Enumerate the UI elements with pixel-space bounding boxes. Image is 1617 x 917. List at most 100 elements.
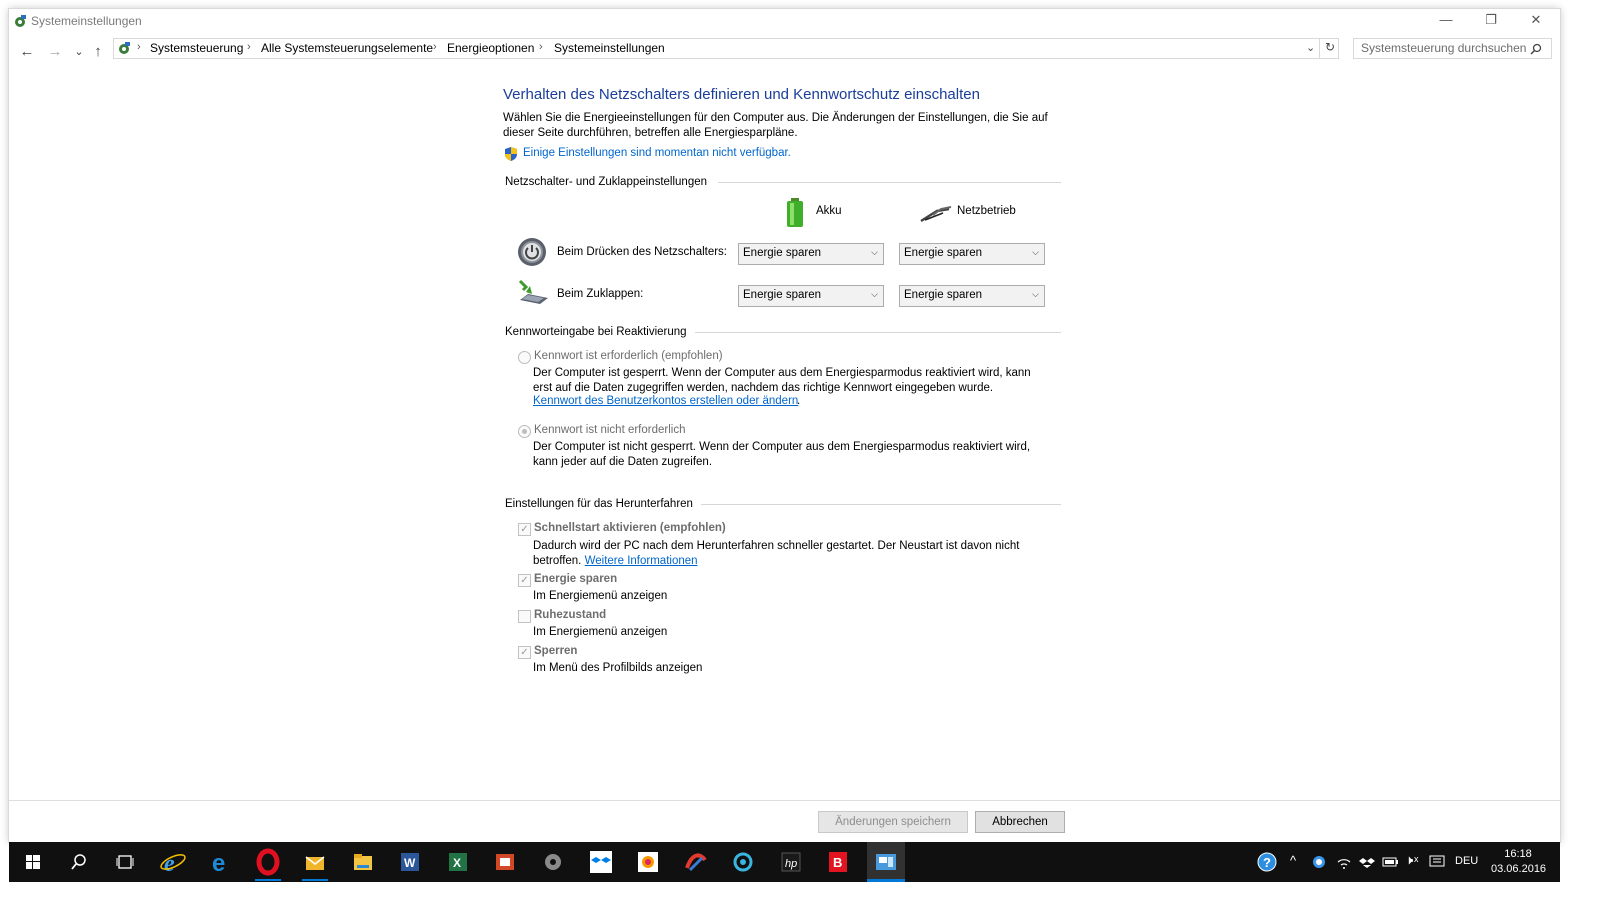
clock-time: 16:18 xyxy=(1504,848,1532,860)
input-language-indicator[interactable]: DEU xyxy=(1455,855,1478,867)
excel-icon[interactable]: X xyxy=(444,848,472,876)
password-not-required-radio[interactable] xyxy=(518,425,531,438)
breadcrumb-systemeinstellungen[interactable]: Systemeinstellungen xyxy=(554,41,665,55)
search-icon[interactable] xyxy=(65,848,93,876)
breadcrumb-energieoptionen[interactable]: Energieoptionen xyxy=(447,41,534,55)
password-required-description: Der Computer ist gesperrt. Wenn der Comp… xyxy=(533,367,1031,394)
power-plug-icon xyxy=(920,206,952,223)
minimize-button[interactable]: — xyxy=(1423,9,1469,37)
search-icon[interactable] xyxy=(1530,43,1542,55)
breadcrumb-separator: › xyxy=(433,41,437,53)
power-button-battery-select[interactable]: Energie sparen ⌵ xyxy=(738,243,884,265)
link-period: . xyxy=(797,395,801,407)
sleep-description: Im Energiemenü anzeigen xyxy=(533,590,668,602)
file-explorer-icon[interactable] xyxy=(349,848,377,876)
back-button[interactable]: ← xyxy=(17,40,37,64)
chevron-up-icon[interactable]: ^ xyxy=(1290,853,1296,868)
select-value: Energie sparen xyxy=(743,289,821,301)
power-button-plugged-select[interactable]: Energie sparen ⌵ xyxy=(899,243,1045,265)
navigation-bar: ← → ⌄ ↑ › Systemsteuerung › Alle Systems… xyxy=(9,37,1560,69)
fast-startup-checkbox[interactable]: ✓ xyxy=(518,523,531,536)
hibernate-checkbox[interactable] xyxy=(518,610,531,623)
power-button-icon xyxy=(518,238,546,266)
edge-browser-icon[interactable]: e xyxy=(207,848,235,876)
dropbox-icon[interactable] xyxy=(587,848,615,876)
select-value: Energie sparen xyxy=(904,289,982,301)
more-info-link[interactable]: Weitere Informationen xyxy=(585,555,698,567)
lid-close-plugged-select[interactable]: Energie sparen ⌵ xyxy=(899,285,1045,307)
fast-startup-label: Schnellstart aktivieren (empfohlen) xyxy=(534,522,726,534)
help-icon[interactable]: ? xyxy=(1257,852,1277,872)
circular-app-icon[interactable] xyxy=(729,848,757,876)
breadcrumb-separator: › xyxy=(247,41,251,53)
user-account-password-link[interactable]: Kennwort des Benutzerkontos erstellen od… xyxy=(533,395,798,407)
password-not-required-label: Kennwort ist nicht erforderlich xyxy=(534,424,686,436)
control-panel-icon xyxy=(119,42,130,54)
active-indicator xyxy=(255,879,281,881)
password-required-radio[interactable] xyxy=(518,351,531,364)
word-icon[interactable]: W xyxy=(396,848,424,876)
clock-date: 03.06.2016 xyxy=(1491,863,1547,875)
internet-explorer-icon[interactable]: e xyxy=(159,848,187,876)
save-changes-button[interactable]: Änderungen speichern xyxy=(818,811,968,833)
task-view-icon[interactable] xyxy=(111,848,139,876)
svg-text:B: B xyxy=(833,855,842,870)
svg-text:W: W xyxy=(404,856,416,870)
bitdefender-icon[interactable]: B xyxy=(824,848,852,876)
svg-text:e: e xyxy=(212,850,225,876)
breadcrumb-systemsteuerung[interactable]: Systemsteuerung xyxy=(150,41,243,55)
close-button[interactable]: ✕ xyxy=(1513,9,1559,37)
windows-start-icon[interactable] xyxy=(19,848,47,876)
section-divider xyxy=(701,504,1061,505)
clock[interactable]: 16:18 03.06.2016 xyxy=(1491,847,1547,877)
dropbox-tray-icon[interactable] xyxy=(1359,854,1375,870)
search-input[interactable]: Systemsteuerung durchsuchen xyxy=(1353,38,1552,59)
footer-divider xyxy=(9,800,1560,801)
hibernate-description: Im Energiemenü anzeigen xyxy=(533,626,668,638)
settings-gear-icon[interactable] xyxy=(539,848,567,876)
lock-description: Im Menü des Profilbilds anzeigen xyxy=(533,662,703,674)
laptop-lid-icon xyxy=(518,279,548,304)
breadcrumb-alle-elemente[interactable]: Alle Systemsteuerungselemente xyxy=(261,41,433,55)
recent-locations-button[interactable]: ⌄ xyxy=(69,40,89,64)
page-description: Wählen Sie die Energieeinstellungen für … xyxy=(503,112,1048,139)
address-bar[interactable]: › Systemsteuerung › Alle Systemsteuerung… xyxy=(113,38,1339,59)
sleep-label: Energie sparen xyxy=(534,573,618,585)
cancel-button[interactable]: Abbrechen xyxy=(975,811,1065,833)
breadcrumb-separator: › xyxy=(137,41,141,53)
page-title: Verhalten des Netzschalters definieren u… xyxy=(503,86,980,103)
svg-text:?: ? xyxy=(1263,855,1271,870)
photos-app-icon[interactable] xyxy=(634,848,662,876)
address-dropdown-icon[interactable]: ⌄ xyxy=(1306,41,1315,54)
forward-button[interactable]: → xyxy=(45,40,65,64)
wifi-icon[interactable] xyxy=(1336,854,1352,870)
lock-label: Sperren xyxy=(534,645,578,657)
svg-text:X: X xyxy=(453,856,461,870)
section-divider xyxy=(718,182,1061,183)
refresh-icon[interactable]: ↻ xyxy=(1325,40,1335,54)
restore-button[interactable]: ❐ xyxy=(1468,9,1514,37)
battery-icon xyxy=(787,198,803,227)
hp-app-icon[interactable]: hp xyxy=(777,848,805,876)
up-button[interactable]: ↑ xyxy=(88,40,108,64)
battery-tray-icon[interactable] xyxy=(1382,854,1400,870)
mail-client-icon[interactable] xyxy=(301,848,329,876)
pdf-tool-icon[interactable] xyxy=(682,848,710,876)
lid-close-battery-select[interactable]: Energie sparen ⌵ xyxy=(738,285,884,307)
office-app-icon[interactable] xyxy=(491,848,519,876)
password-required-label: Kennwort ist erforderlich (empfohlen) xyxy=(534,350,723,362)
volume-muted-icon[interactable]: 🕨 xyxy=(1405,852,1413,868)
lock-checkbox[interactable]: ✓ xyxy=(518,646,531,659)
unavailable-settings-link[interactable]: Einige Einstellungen sind momentan nicht… xyxy=(523,147,791,159)
search-placeholder: Systemsteuerung durchsuchen xyxy=(1361,41,1527,55)
chevron-down-icon: ⌵ xyxy=(1032,247,1039,257)
svg-text:e: e xyxy=(164,851,175,876)
network-status-icon[interactable] xyxy=(1311,854,1327,870)
chevron-down-icon: ⌵ xyxy=(1032,289,1039,299)
opera-browser-icon[interactable] xyxy=(254,848,282,876)
action-center-icon[interactable] xyxy=(1429,854,1445,870)
uac-shield-icon xyxy=(505,147,517,161)
breadcrumb-separator: › xyxy=(539,41,543,53)
sleep-checkbox[interactable]: ✓ xyxy=(518,574,531,587)
active-indicator xyxy=(302,879,328,881)
